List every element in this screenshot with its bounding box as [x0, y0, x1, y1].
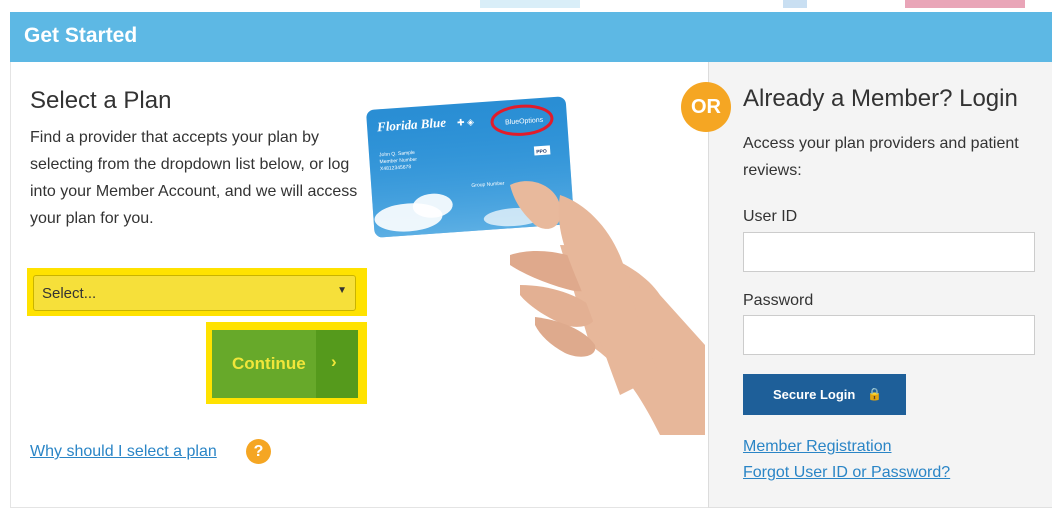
banner-fragment: [783, 0, 807, 8]
chevron-right-icon: ›: [331, 352, 337, 371]
get-started-header: Get Started: [10, 12, 1052, 62]
continue-label: Continue: [232, 354, 306, 373]
banner-fragment: [905, 0, 1025, 8]
continue-arrow-block: ›: [316, 330, 358, 398]
page: Get Started Select a Plan Find a provide…: [0, 0, 1052, 510]
user-id-input[interactable]: [743, 232, 1035, 272]
or-badge: OR: [681, 82, 731, 132]
top-banner-strip: [0, 0, 1052, 12]
login-heading: Already a Member? Login: [743, 85, 1018, 112]
forgot-credentials-link[interactable]: Forgot User ID or Password?: [743, 464, 950, 482]
header-title: Get Started: [24, 24, 138, 47]
why-select-plan-link[interactable]: Why should I select a plan: [30, 443, 217, 461]
secure-login-label: Secure Login: [773, 387, 856, 402]
password-label: Password: [743, 292, 814, 309]
user-id-label: User ID: [743, 208, 798, 225]
caret-down-icon: ▼: [337, 285, 347, 296]
password-input[interactable]: [743, 315, 1035, 355]
continue-button[interactable]: Continue ›: [212, 330, 358, 398]
banner-fragment: [480, 0, 580, 8]
plan-dropdown[interactable]: Select... ▼: [33, 275, 356, 311]
secure-login-button[interactable]: Secure Login 🔒: [743, 374, 906, 415]
member-registration-link[interactable]: Member Registration: [743, 438, 892, 456]
select-plan-description: Find a provider that accepts your plan b…: [30, 129, 358, 227]
card-logo-icon: ✚ ◈: [457, 117, 475, 128]
plan-dropdown-value: Select...: [42, 285, 97, 302]
login-description: Access your plan providers and patient r…: [743, 135, 1019, 179]
select-plan-heading: Select a Plan: [30, 87, 172, 114]
card-ppo-label: PPO: [536, 149, 547, 156]
question-circle-icon[interactable]: ?: [246, 439, 271, 464]
lock-icon: 🔒: [867, 387, 882, 401]
hand-holding-card-illustration: Florida Blue ✚ ◈ BlueOptions John Q. Sam…: [366, 96, 705, 435]
